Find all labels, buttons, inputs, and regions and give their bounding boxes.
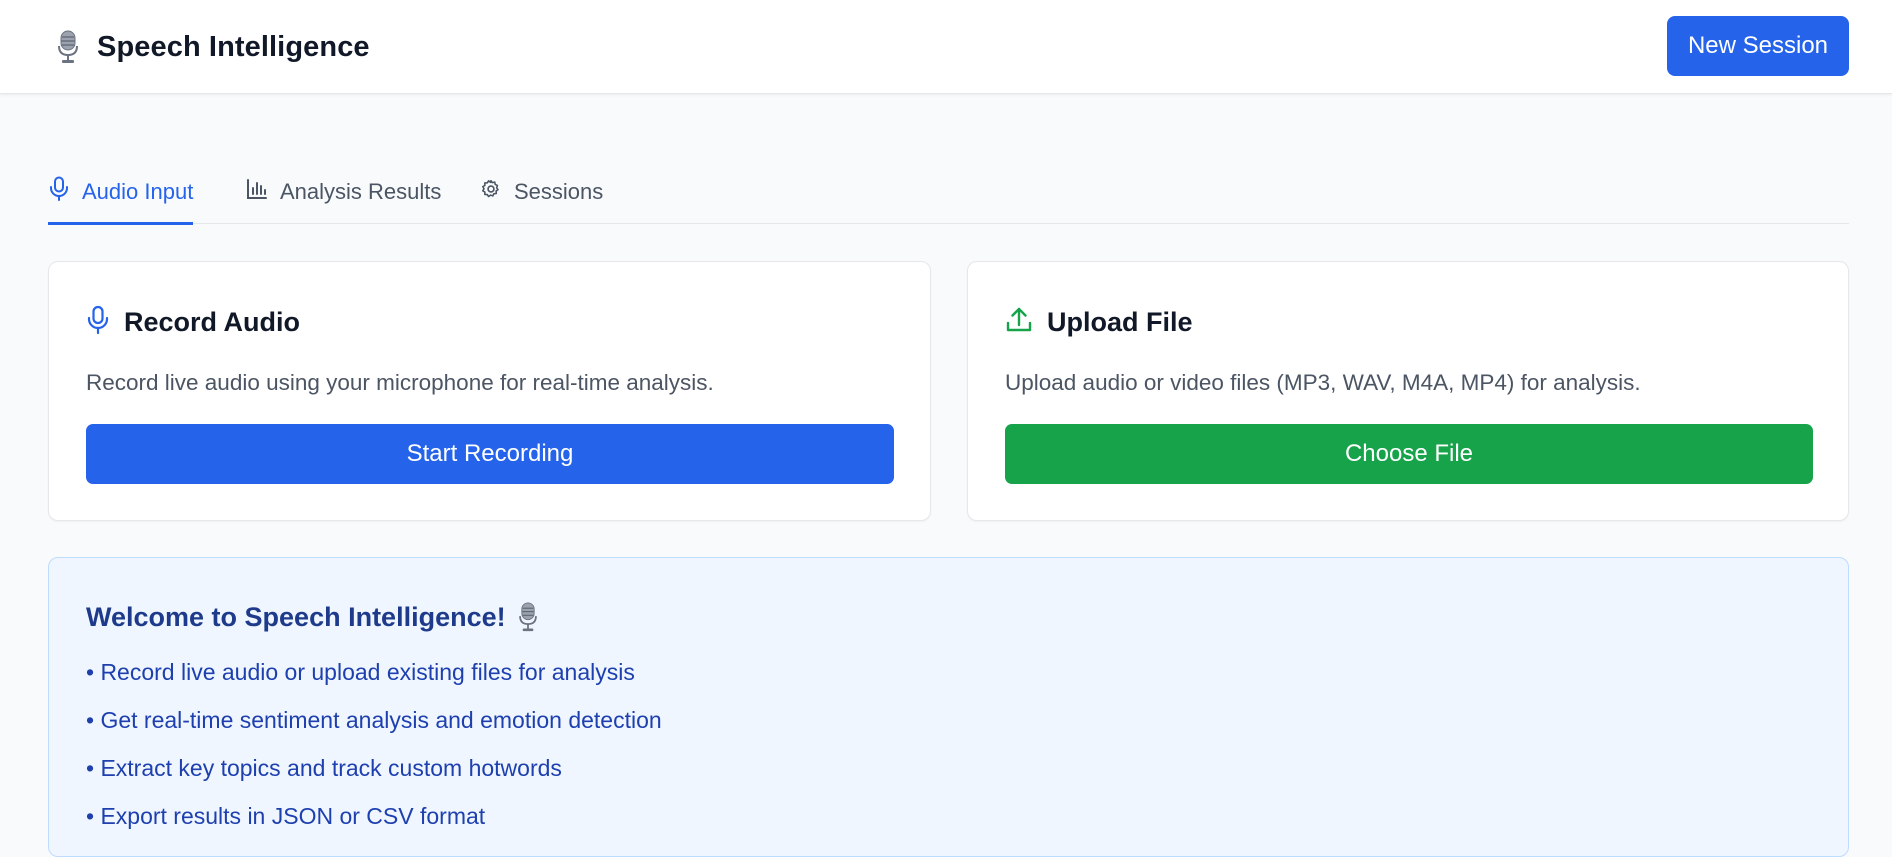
card-description: Upload audio or video files (MP3, WAV, M… (1005, 370, 1641, 395)
tab-sessions[interactable]: Sessions (480, 160, 603, 224)
record-audio-card: Record Audio Record live audio using you… (48, 261, 931, 521)
welcome-title: Welcome to Speech Intelligence! (86, 600, 538, 634)
start-recording-button[interactable]: Start Recording (86, 424, 894, 484)
tab-label: Audio Input (82, 179, 194, 204)
tab-label: Sessions (514, 179, 604, 204)
tab-audio-input[interactable]: Audio Input (48, 160, 194, 225)
card-header: Upload File (1005, 304, 1193, 340)
studio-microphone-icon (55, 29, 81, 65)
card-title: Record Audio (124, 306, 301, 337)
welcome-title-text: Welcome to Speech Intelligence! (86, 601, 506, 632)
upload-file-card: Upload File Upload audio or video files … (967, 261, 1849, 521)
choose-file-button[interactable]: Choose File (1005, 424, 1813, 484)
microphone-icon (86, 305, 124, 340)
studio-microphone-icon (518, 602, 538, 632)
new-session-button[interactable]: New Session (1667, 16, 1849, 76)
card-title: Upload File (1047, 306, 1193, 337)
list-item: • Get real-time sentiment analysis and e… (86, 707, 662, 733)
main-tabs: Audio Input Analysis Results Sessions (48, 160, 1849, 225)
list-item: • Extract key topics and track custom ho… (86, 755, 562, 781)
list-item: • Export results in JSON or CSV format (86, 803, 486, 829)
upload-icon (1005, 306, 1047, 339)
tab-label: Analysis Results (280, 179, 442, 204)
tab-analysis-results[interactable]: Analysis Results (246, 160, 441, 224)
microphone-icon (48, 176, 82, 208)
card-description: Record live audio using your microphone … (86, 370, 714, 395)
app-title: Speech Intelligence (97, 30, 370, 63)
welcome-panel: Welcome to Speech Intelligence! • Record… (48, 557, 1849, 857)
card-header: Record Audio (86, 304, 300, 340)
gear-icon (480, 178, 514, 206)
app-header: Speech Intelligence New Session (0, 0, 1892, 94)
welcome-feature-list: • Record live audio or upload existing f… (86, 658, 662, 850)
brand: Speech Intelligence (55, 29, 370, 65)
bar-chart-icon (246, 178, 280, 206)
list-item: • Record live audio or upload existing f… (86, 659, 635, 685)
